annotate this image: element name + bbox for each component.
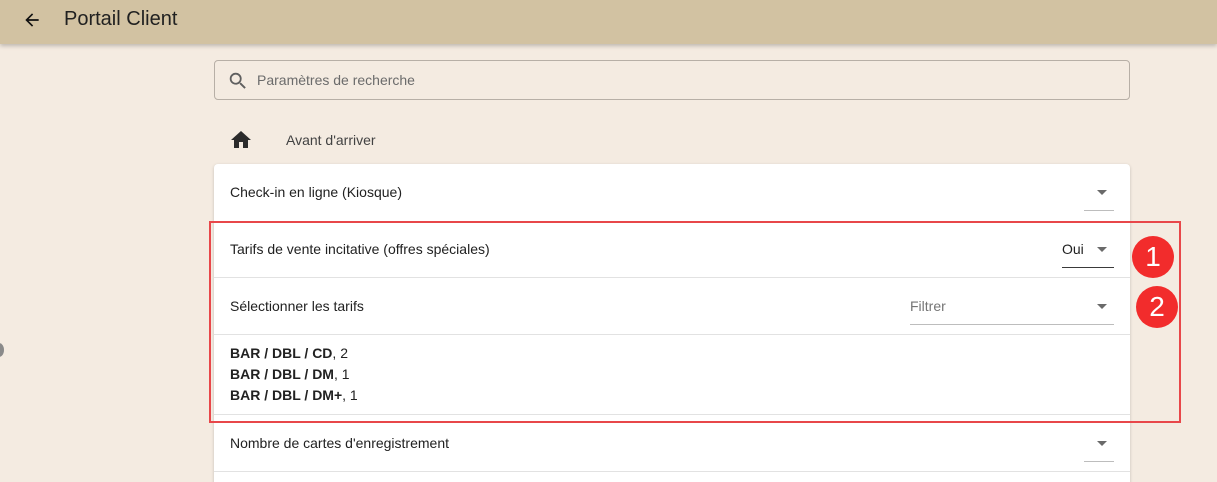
rates-filter-select[interactable]: Filtrer bbox=[910, 298, 1114, 325]
annotation-badge-2: 2 bbox=[1136, 286, 1178, 328]
search-input[interactable] bbox=[257, 61, 1117, 99]
upsell-rates-select[interactable]: Oui bbox=[1062, 241, 1114, 268]
setting-row-upsell-rates: Tarifs de vente incitative (offres spéci… bbox=[214, 221, 1130, 278]
chevron-down-icon bbox=[1097, 190, 1107, 195]
select-value: Oui bbox=[1062, 241, 1084, 257]
setting-label: Check-in en ligne (Kiosque) bbox=[230, 184, 402, 200]
annotation-badge-1: 1 bbox=[1132, 236, 1174, 278]
list-item: BAR / DBL / CD, 2 bbox=[230, 345, 348, 361]
chevron-down-icon bbox=[1097, 441, 1107, 446]
rate-count: , 2 bbox=[332, 345, 348, 361]
search-box[interactable] bbox=[214, 60, 1130, 100]
back-button[interactable] bbox=[18, 7, 46, 33]
rate-code: BAR / DBL / CD bbox=[230, 345, 333, 361]
list-item: BAR / DBL / DM, 1 bbox=[230, 366, 350, 382]
setting-row-online-checkin: Check-in en ligne (Kiosque) bbox=[214, 164, 1130, 221]
rate-count: , 1 bbox=[333, 366, 350, 382]
setting-label: Sélectionner les tarifs bbox=[230, 298, 364, 314]
settings-card: Check-in en ligne (Kiosque) Tarifs de ve… bbox=[214, 164, 1130, 482]
select-placeholder: Filtrer bbox=[910, 298, 946, 314]
list-item: BAR / DBL / DM+, 1 bbox=[230, 387, 358, 403]
rate-code: BAR / DBL / DM+ bbox=[230, 387, 343, 403]
chevron-down-icon bbox=[1097, 247, 1107, 252]
home-icon[interactable] bbox=[228, 128, 254, 152]
rate-count: , 1 bbox=[342, 387, 358, 403]
setting-row-registration-cards: Nombre de cartes d'enregistrement bbox=[214, 415, 1130, 472]
arrow-left-icon bbox=[25, 13, 39, 27]
setting-label: Tarifs de vente incitative (offres spéci… bbox=[230, 241, 490, 257]
rate-code: BAR / DBL / DM bbox=[230, 366, 334, 382]
registration-cards-select[interactable] bbox=[1084, 435, 1114, 462]
chevron-down-icon bbox=[1097, 304, 1107, 309]
setting-row-select-rates: Sélectionner les tarifs Filtrer bbox=[214, 278, 1130, 335]
search-icon bbox=[229, 72, 246, 89]
selected-rates-list: BAR / DBL / CD, 2 BAR / DBL / DM, 1 BAR … bbox=[214, 335, 1130, 415]
app-bar: Portail Client bbox=[0, 0, 1217, 44]
online-checkin-select[interactable] bbox=[1084, 184, 1114, 211]
setting-label: Nombre de cartes d'enregistrement bbox=[230, 435, 449, 451]
edge-handle[interactable] bbox=[0, 343, 4, 357]
app-title: Portail Client bbox=[64, 8, 178, 30]
breadcrumb-label: Avant d'arriver bbox=[286, 132, 376, 148]
